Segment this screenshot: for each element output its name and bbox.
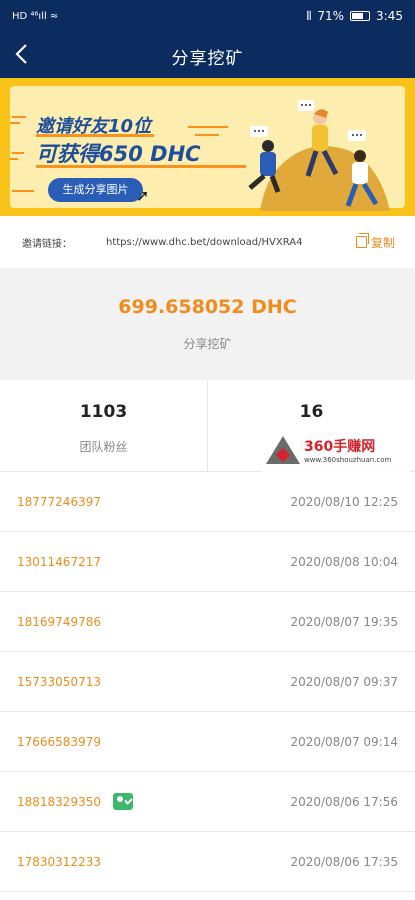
list-item[interactable]: 17830312233 2020/08/06 17:35 xyxy=(0,832,415,892)
verified-user-icon xyxy=(112,793,133,810)
watermark-title: 360手赚网 xyxy=(304,439,376,455)
referral-phone: 17830312233 xyxy=(17,854,101,869)
headline-underline xyxy=(36,134,154,137)
list-item[interactable]: 17666583979 2020/08/07 09:14 xyxy=(0,712,415,772)
generate-share-image-button[interactable]: 生成分享图片 xyxy=(48,178,143,202)
referral-date: 2020/08/08 10:04 xyxy=(290,554,398,569)
status-bar: HD ⁴⁶ıll ≈ ⫴ 71% 3:45 xyxy=(0,0,415,32)
list-item[interactable]: 15733050713 2020/08/07 09:37 xyxy=(0,652,415,712)
pointer-cursor-icon: ➚ xyxy=(136,186,150,205)
copy-icon xyxy=(355,233,369,248)
referral-date: 2020/08/07 09:14 xyxy=(290,734,398,749)
stat-value: 16 xyxy=(299,402,324,422)
signal-indicators: HD ⁴⁶ıll ≈ xyxy=(12,11,58,22)
reward-underline xyxy=(36,165,246,168)
vibrate-icon: ⫴ xyxy=(306,8,312,23)
watermark-logo-icon xyxy=(266,436,300,464)
invite-link-label: 邀请链接： xyxy=(22,238,72,250)
invite-banner[interactable]: 邀请好友10位 可获得650 DHC 生成分享图片 ➚ xyxy=(0,78,415,216)
list-item[interactable]: 13011467217 2020/08/08 10:04 xyxy=(0,532,415,592)
referral-phone: 15733050713 xyxy=(17,674,101,689)
referral-list: 18777246397 2020/08/10 12:25 13011467217… xyxy=(0,472,415,900)
copy-label: 复制 xyxy=(370,235,395,250)
watermark: 360手赚网 www.360shouzhuan.com xyxy=(262,432,410,472)
watermark-url: www.360shouzhuan.com xyxy=(304,456,392,464)
referral-date: 2020/08/06 17:56 xyxy=(290,794,398,809)
list-item-partial xyxy=(0,892,415,900)
status-right: ⫴ 71% 3:45 xyxy=(306,9,403,24)
banner-reward: 可获得650 DHC xyxy=(36,142,201,166)
list-item[interactable]: 18818329350 2020/08/06 17:56 xyxy=(0,772,415,832)
clock: 3:45 xyxy=(376,9,403,23)
battery-icon xyxy=(350,11,371,21)
navigation-bar: 分享挖矿 xyxy=(0,32,415,78)
battery-percent: 71% xyxy=(317,9,345,23)
stat-team-fans: 1103 团队粉丝 xyxy=(0,380,207,471)
stat-value: 1103 xyxy=(79,402,128,422)
invite-link-row: 邀请链接： https://www.dhc.bet/download/HVXRA… xyxy=(0,216,415,268)
list-item[interactable]: 18169749786 2020/08/07 19:35 xyxy=(0,592,415,652)
network-icons: HD ⁴⁶ıll ≈ xyxy=(12,10,59,22)
mining-total-label: 分享挖矿 xyxy=(183,337,232,351)
referral-phone: 13011467217 xyxy=(17,554,101,569)
stat-label: 团队粉丝 xyxy=(79,440,128,454)
referral-date: 2020/08/06 17:35 xyxy=(290,854,398,869)
referral-date: 2020/08/07 09:37 xyxy=(290,674,398,689)
banner-card: 邀请好友10位 可获得650 DHC 生成分享图片 ➚ xyxy=(10,86,405,211)
referral-phone: 18169749786 xyxy=(17,614,101,629)
people-celebrating-illustration xyxy=(248,100,390,211)
referral-phone: 17666583979 xyxy=(17,734,101,749)
referral-phone: 18777246397 xyxy=(17,494,101,509)
referral-date: 2020/08/10 12:25 xyxy=(290,494,398,509)
referral-phone: 18818329350 xyxy=(17,794,101,809)
mining-total-value: 699.658052 DHC xyxy=(118,296,297,318)
copy-button[interactable]: 复制 xyxy=(355,233,395,251)
list-item[interactable]: 18777246397 2020/08/10 12:25 xyxy=(0,472,415,532)
invite-link-url[interactable]: https://www.dhc.bet/download/HVXRA4 xyxy=(106,237,356,248)
page-title: 分享挖矿 xyxy=(171,49,244,69)
referral-date: 2020/08/07 19:35 xyxy=(290,614,398,629)
mining-summary: 699.658052 DHC 分享挖矿 xyxy=(0,268,415,380)
